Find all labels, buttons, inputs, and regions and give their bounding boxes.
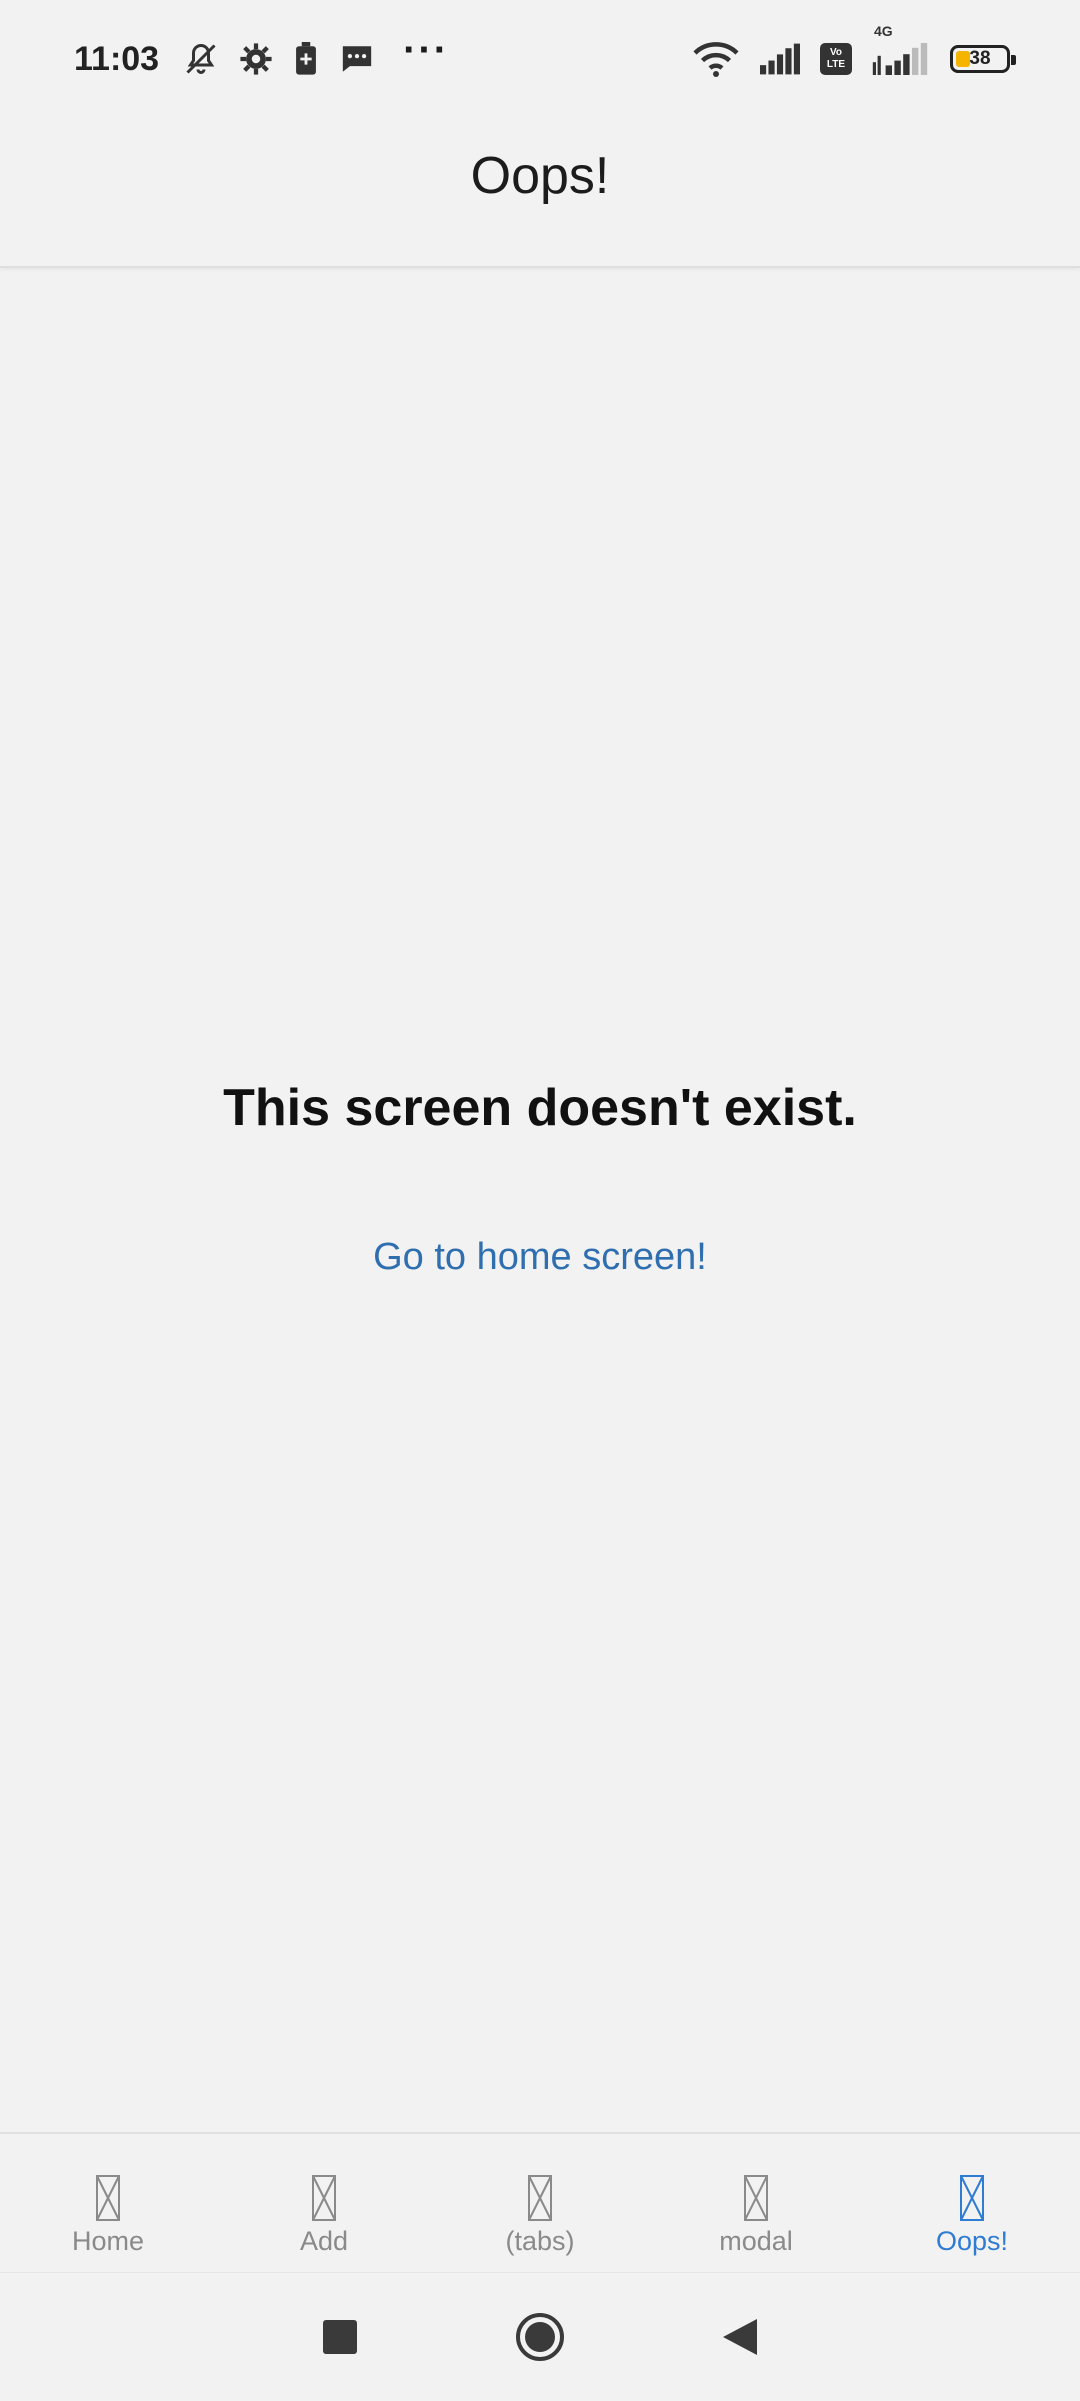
recents-button[interactable] (280, 2297, 400, 2377)
more-icon: ··· (403, 27, 450, 72)
volte-label-bottom: LTE (826, 59, 846, 70)
tab-tabs-label: (tabs) (505, 2226, 575, 2256)
page-title: Oops! (470, 147, 610, 205)
status-bar-left: 11:03 ··· (74, 28, 449, 79)
tab-home-label: Home (71, 2226, 145, 2256)
signal-icon (760, 43, 800, 75)
tab-bar: Home Add (tabs) modal Oops! (0, 2132, 1080, 2272)
message-icon (339, 42, 375, 76)
status-bar-right: Vo LTE 4G 38 (682, 23, 1016, 77)
missing-glyph-icon (960, 2175, 984, 2221)
tab-modal[interactable]: modal (648, 2134, 864, 2272)
tab-oops[interactable]: Oops! (864, 2134, 1080, 2272)
circle-icon (516, 2313, 564, 2361)
missing-glyph-icon (528, 2175, 552, 2221)
tab-modal-label: modal (719, 2226, 793, 2256)
bell-off-icon (183, 41, 219, 77)
missing-glyph-icon (744, 2175, 768, 2221)
status-bar: 11:03 ··· Vo LTE 4G 38 (0, 0, 1080, 118)
missing-glyph-icon (96, 2175, 120, 2221)
tab-add[interactable]: Add (216, 2134, 432, 2272)
app-header: Oops! (0, 118, 1080, 268)
wifi-icon (692, 41, 740, 77)
gear-icon (239, 42, 273, 76)
battery-saver-icon (293, 42, 319, 76)
back-button[interactable] (680, 2297, 800, 2377)
battery-fill (956, 51, 970, 67)
home-button[interactable] (480, 2297, 600, 2377)
not-found-message: This screen doesn't exist. (223, 1079, 857, 1137)
tab-oops-label: Oops! (935, 2226, 1009, 2256)
tab-add-label: Add (299, 2226, 349, 2256)
volte-icon: Vo LTE (820, 43, 852, 75)
main-content: This screen doesn't exist. Go to home sc… (0, 268, 1080, 2132)
tab-home[interactable]: Home (0, 2134, 216, 2272)
volte-label-top: Vo (829, 47, 843, 58)
system-nav-bar (0, 2272, 1080, 2401)
signal-4g-icon: 4G (872, 23, 928, 75)
battery-icon: 38 (950, 45, 1016, 73)
back-triangle-icon (723, 2319, 757, 2355)
network-type-label: 4G (874, 23, 893, 39)
missing-glyph-icon (312, 2175, 336, 2221)
square-icon (323, 2320, 357, 2354)
status-time: 11:03 (74, 39, 160, 78)
tab-tabs[interactable]: (tabs) (432, 2134, 648, 2272)
go-home-link[interactable]: Go to home screen! (0, 1236, 1080, 1279)
battery-level: 38 (969, 48, 991, 69)
